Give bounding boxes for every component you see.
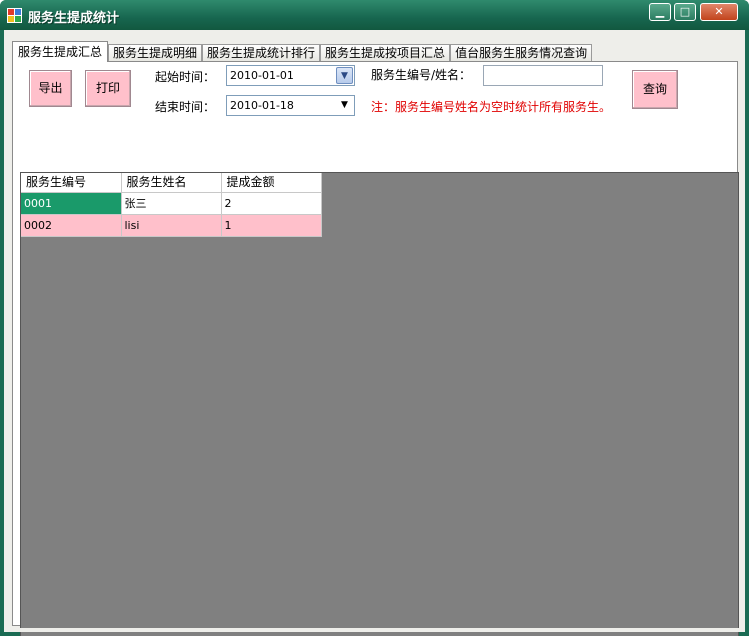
summary-tab-panel: 导出 打印 起始时间： 2010-01-01 ▼ 结束时间： 2010-01-1… bbox=[12, 61, 739, 636]
chevron-down-icon[interactable]: ▼ bbox=[336, 97, 353, 114]
app-icon bbox=[7, 8, 22, 23]
column-header-commission-amount[interactable]: 提成金额 bbox=[221, 173, 322, 193]
tab-waiter-commission-by-item[interactable]: 服务生提成按项目汇总 bbox=[320, 44, 451, 62]
start-time-label: 起始时间： bbox=[155, 70, 216, 84]
note-text: 注：服务生编号姓名为空时统计所有服务生。 bbox=[371, 100, 612, 114]
tab-waiter-commission-summary[interactable]: 服务生提成汇总 bbox=[12, 41, 109, 62]
tab-waiter-commission-ranking[interactable]: 服务生提成统计排行 bbox=[202, 44, 321, 62]
cell-waiter-id[interactable]: 0002 bbox=[21, 214, 122, 237]
chevron-down-icon[interactable]: ▼ bbox=[336, 67, 353, 84]
window-title: 服务生提成统计 bbox=[28, 11, 120, 26]
table-header-row: 服务生编号 服务生姓名 提成金额 bbox=[21, 173, 322, 193]
title-bar[interactable]: 服务生提成统计 ▁ □ ✕ bbox=[0, 0, 749, 30]
start-date-value: 2010-01-01 bbox=[230, 69, 294, 82]
waiter-id-name-label: 服务生编号/姓名： bbox=[371, 68, 472, 82]
minimize-button[interactable]: ▁ bbox=[649, 3, 671, 21]
waiter-id-name-input[interactable] bbox=[483, 65, 603, 86]
cell-waiter-name[interactable]: 张三 bbox=[121, 192, 222, 215]
start-date-picker[interactable]: 2010-01-01 ▼ bbox=[226, 65, 355, 86]
column-header-waiter-name[interactable]: 服务生姓名 bbox=[121, 173, 222, 193]
end-date-value: 2010-01-18 bbox=[230, 99, 294, 112]
cell-commission-amount[interactable]: 1 bbox=[221, 214, 322, 237]
end-date-picker[interactable]: 2010-01-18 ▼ bbox=[226, 95, 355, 116]
data-grid[interactable]: 服务生编号 服务生姓名 提成金额 0001 张三 2 0002 lisi 1 bbox=[20, 172, 739, 636]
print-button[interactable]: 打印 bbox=[85, 70, 131, 107]
query-button[interactable]: 查询 bbox=[632, 70, 678, 109]
tab-table-waiter-service-query[interactable]: 值台服务生服务情况查询 bbox=[450, 44, 593, 62]
client-area: 服务生提成汇总 服务生提成明细 服务生提成统计排行 服务生提成按项目汇总 值台服… bbox=[4, 30, 745, 636]
tab-strip: 服务生提成汇总 服务生提成明细 服务生提成统计排行 服务生提成按项目汇总 值台服… bbox=[12, 40, 593, 62]
status-bar bbox=[4, 628, 745, 632]
close-button[interactable]: ✕ bbox=[700, 3, 738, 21]
tab-waiter-commission-detail[interactable]: 服务生提成明细 bbox=[108, 44, 203, 62]
cell-waiter-name[interactable]: lisi bbox=[121, 214, 222, 237]
table-row[interactable]: 0001 张三 2 bbox=[21, 192, 322, 215]
column-header-waiter-id[interactable]: 服务生编号 bbox=[21, 173, 122, 193]
cell-commission-amount[interactable]: 2 bbox=[221, 192, 322, 215]
table-row[interactable]: 0002 lisi 1 bbox=[21, 214, 322, 237]
maximize-button[interactable]: □ bbox=[674, 3, 696, 21]
export-button[interactable]: 导出 bbox=[29, 70, 72, 107]
end-time-label: 结束时间： bbox=[155, 100, 216, 114]
cell-waiter-id[interactable]: 0001 bbox=[21, 192, 122, 215]
app-window: 服务生提成统计 ▁ □ ✕ 服务生提成汇总 服务生提成明细 服务生提成统计排行 … bbox=[0, 0, 749, 636]
commission-table: 服务生编号 服务生姓名 提成金额 0001 张三 2 0002 lisi 1 bbox=[21, 173, 322, 237]
